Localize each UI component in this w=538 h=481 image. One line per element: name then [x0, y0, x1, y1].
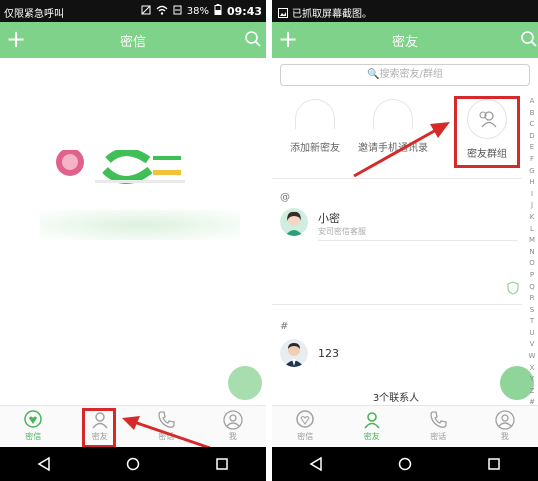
phone-icon	[430, 411, 447, 428]
screenshot-notice: 已抓取屏幕截图。	[292, 9, 372, 20]
add-friend-button[interactable]: 添加新密友	[280, 95, 350, 154]
tab-messages[interactable]: 密信	[0, 406, 67, 447]
carrier-text: 仅限紧急呼叫	[4, 9, 64, 20]
index-letter[interactable]: O	[527, 258, 537, 270]
index-letter[interactable]: L	[527, 224, 537, 236]
contact-count: 3个联系人	[372, 393, 420, 404]
index-letter[interactable]: H	[527, 177, 537, 189]
contact-subtitle: 安司密信客服	[318, 227, 366, 236]
chat-icon	[296, 410, 314, 428]
index-letter[interactable]: K	[527, 212, 537, 224]
contact-name: 小密	[318, 212, 340, 225]
index-letter[interactable]: J	[527, 200, 537, 212]
index-letter[interactable]: Z	[527, 386, 537, 398]
index-letter[interactable]: Q	[527, 282, 537, 294]
index-letter[interactable]: X	[527, 363, 537, 375]
floating-button[interactable]	[228, 366, 262, 400]
page-title: 密友	[391, 35, 418, 50]
recents-icon[interactable]	[215, 457, 229, 471]
red-arrow-icon	[122, 416, 211, 450]
home-icon[interactable]	[126, 457, 140, 471]
tab-messages[interactable]: 密信	[272, 406, 339, 447]
search-icon: 🔍	[367, 69, 380, 80]
screenshot-icon	[278, 7, 288, 18]
home-icon[interactable]	[398, 457, 412, 471]
left-screen: 仅限紧急呼叫 38% 09:43 + 密信 密信 密友 密话 我	[0, 0, 266, 481]
section-header: #	[280, 321, 289, 332]
android-nav-bar	[0, 447, 266, 481]
battery-icon	[214, 4, 222, 18]
index-letter[interactable]: V	[527, 339, 537, 351]
search-icon[interactable]	[244, 30, 262, 52]
status-bar: 已抓取屏幕截图。	[272, 0, 538, 22]
no-sim-icon	[141, 5, 151, 18]
index-letter[interactable]: M	[527, 235, 537, 247]
index-letter[interactable]: A	[527, 96, 537, 108]
recents-icon[interactable]	[487, 457, 501, 471]
contact-row[interactable]: 小密 安司密信客服	[280, 208, 520, 248]
android-nav-bar	[272, 447, 538, 481]
loading-graphic	[50, 148, 200, 230]
mute-icon	[173, 5, 182, 18]
clock: 09:43	[226, 4, 262, 18]
index-letter[interactable]: B	[527, 108, 537, 120]
highlight-box	[454, 96, 520, 168]
highlight-box	[82, 408, 116, 448]
page-title: 密信	[119, 35, 146, 50]
right-screen: 已抓取屏幕截图。 + 密友 🔍搜索密友/群组 添加新密友 邀请手机通讯录 密友群…	[272, 0, 538, 481]
battery-percent: 38%	[186, 5, 209, 17]
index-letter[interactable]: U	[527, 328, 537, 340]
add-friend-icon	[295, 99, 335, 129]
index-letter[interactable]: D	[527, 131, 537, 143]
index-letter[interactable]: G	[527, 166, 537, 178]
profile-icon	[223, 410, 243, 430]
index-letter[interactable]: R	[527, 293, 537, 305]
contacts-icon	[364, 412, 380, 429]
section-header: @	[280, 192, 290, 203]
index-letter[interactable]: F	[527, 154, 537, 166]
wifi-icon	[156, 5, 168, 18]
back-icon[interactable]	[309, 457, 323, 471]
search-icon[interactable]	[520, 30, 538, 52]
shield-icon	[507, 280, 519, 299]
status-bar: 仅限紧急呼叫 38% 09:43	[0, 0, 266, 22]
avatar	[280, 339, 308, 367]
contact-row[interactable]: 123	[280, 339, 520, 379]
index-letter[interactable]: Y	[527, 374, 537, 386]
header-bar: + 密信	[0, 22, 266, 58]
contact-search-input[interactable]: 🔍搜索密友/群组	[280, 64, 530, 86]
back-icon[interactable]	[37, 457, 51, 471]
index-letter[interactable]: E	[527, 142, 537, 154]
bottom-tab-bar: 密信 密友 密话 我	[272, 405, 538, 447]
profile-icon	[495, 410, 515, 430]
index-letter[interactable]: N	[527, 247, 537, 259]
index-letter[interactable]: W	[527, 351, 537, 363]
index-letter[interactable]: C	[527, 119, 537, 131]
tab-me[interactable]: 我	[472, 406, 538, 447]
index-letter[interactable]: T	[527, 316, 537, 328]
index-letter[interactable]: I	[527, 189, 537, 201]
tab-calls[interactable]: 密话	[405, 406, 472, 447]
index-letter[interactable]: P	[527, 270, 537, 282]
chat-icon	[24, 410, 42, 428]
tab-contacts[interactable]: 密友	[339, 406, 406, 447]
avatar	[280, 208, 308, 236]
header-bar: + 密友	[272, 22, 538, 58]
red-arrow-icon	[353, 122, 450, 178]
alphabet-index[interactable]: A B C D E F G H I J K L M N O P Q R S T U V W X Y Z #	[527, 96, 537, 409]
index-letter[interactable]: S	[527, 305, 537, 317]
contact-name: 123	[318, 347, 339, 360]
